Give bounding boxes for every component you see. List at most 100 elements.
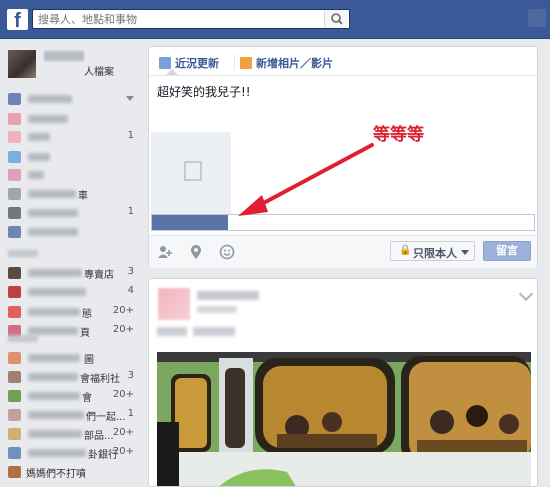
sidebar-item-photos[interactable]	[8, 149, 140, 165]
avatar[interactable]	[158, 288, 190, 320]
sidebar-item-group-8[interactable]: 們一起... 1	[8, 407, 140, 423]
lock-icon: 🔒	[399, 245, 412, 256]
sidebar-item-count: 4	[127, 285, 134, 296]
group-icon	[8, 286, 21, 298]
sidebar-item-group-11[interactable]: 媽媽們不打噴	[8, 464, 140, 480]
upload-progress-fill	[152, 215, 228, 230]
search-button[interactable]	[324, 10, 349, 28]
news-feed-icon	[8, 93, 21, 105]
sidebar-item-group-9[interactable]: 部品... 20+	[8, 426, 140, 442]
profile-thumbnail-button[interactable]	[528, 9, 546, 27]
events-icon	[8, 131, 21, 143]
sidebar-item-label-blurred	[28, 153, 50, 161]
tab-status-label: 近況更新	[175, 57, 219, 70]
sidebar-item-label-blurred	[28, 95, 72, 103]
search-box[interactable]	[32, 9, 350, 29]
group-icon	[8, 447, 21, 459]
sidebar-item-group-2[interactable]: 4	[8, 284, 140, 300]
sidebar-item-label: 頁	[80, 328, 90, 339]
profile-name-blurred	[44, 51, 84, 61]
group-icon	[8, 352, 21, 364]
composer-divider	[149, 75, 537, 76]
sidebar-item-count: 1	[127, 206, 134, 217]
sidebar-item-group-7[interactable]: 會 20+	[8, 388, 140, 404]
sidebar-item-label-blurred	[28, 392, 80, 400]
chevron-down-icon[interactable]	[126, 96, 134, 102]
annotation-text: 等等等	[373, 125, 424, 145]
sidebar-item-5[interactable]: 車	[8, 186, 140, 202]
sidebar-item-count: 20+	[112, 389, 134, 400]
tag-friends-icon[interactable]	[157, 244, 173, 260]
post-author-blurred[interactable]	[197, 291, 259, 300]
sidebar-item-count: 20+	[112, 324, 134, 335]
group-icon	[8, 409, 21, 421]
search-input[interactable]	[38, 11, 318, 27]
app-icon	[8, 207, 21, 219]
sidebar-item-events[interactable]: 1	[8, 129, 140, 145]
top-navigation-bar: f	[0, 0, 550, 39]
privacy-label: 只限本人	[413, 247, 457, 260]
sidebar-item-7[interactable]	[8, 224, 140, 240]
feed-post	[148, 278, 538, 487]
tab-add-photo[interactable]: 新增相片／影片	[240, 55, 333, 71]
sidebar-item-label: 專賣店	[84, 270, 114, 281]
sidebar-item-label-blurred	[28, 190, 76, 198]
train-interior-photo	[157, 352, 531, 486]
chevron-down-icon[interactable]	[518, 286, 534, 302]
sidebar-item-count: 20+	[112, 446, 134, 457]
sidebar-section-header-blurred	[8, 335, 38, 342]
sidebar-item-count: 1	[127, 408, 134, 419]
sidebar-item-messages[interactable]	[8, 111, 140, 127]
privacy-selector-button[interactable]: 🔒 只限本人	[390, 241, 475, 261]
sidebar-item-count: 3	[127, 266, 134, 277]
sidebar-item-news-feed[interactable]	[8, 91, 140, 107]
sidebar-item-label-blurred	[28, 288, 86, 296]
post-text-blurred	[157, 327, 187, 336]
sidebar-item-label-blurred	[28, 373, 78, 381]
sidebar-item-group-1[interactable]: 專賣店 3	[8, 265, 140, 281]
sidebar-item-label-blurred	[28, 133, 50, 141]
upload-progress-bar	[151, 214, 535, 231]
group-icon	[8, 390, 21, 402]
sidebar-item-count: 20+	[112, 305, 134, 316]
search-icon	[331, 13, 343, 25]
group-icon	[8, 466, 21, 478]
sidebar-item-group-3[interactable]: 態 20+	[8, 304, 140, 320]
post-text-blurred	[193, 327, 235, 336]
status-composer: 近況更新 新增相片／影片 超好笑的我兒子!! 🔒 只限本人 留言	[148, 46, 538, 268]
sidebar-item-label-blurred	[28, 209, 78, 217]
sidebar-item-label-blurred	[28, 269, 82, 277]
app-icon	[8, 226, 21, 238]
sidebar-item-label-blurred	[28, 171, 44, 179]
profile-edit-link[interactable]: 人檔案	[84, 63, 114, 78]
group-icon	[8, 428, 21, 440]
sidebar-item-group-5[interactable]: 圖	[8, 350, 140, 366]
sidebar-item-label: 態	[82, 309, 92, 320]
sidebar-item-label-blurred	[28, 228, 78, 236]
post-timestamp-blurred[interactable]	[197, 306, 237, 313]
post-button[interactable]: 留言	[483, 241, 531, 261]
post-photo[interactable]	[157, 352, 531, 486]
app-icon	[8, 169, 21, 181]
group-icon	[8, 267, 21, 279]
sidebar-item-4[interactable]	[8, 167, 140, 183]
sidebar-item-label-blurred	[28, 354, 80, 362]
facebook-logo-icon[interactable]: f	[7, 9, 28, 30]
composer-footer: 🔒 只限本人 留言	[149, 235, 537, 268]
photo-upload-thumbnail[interactable]	[151, 132, 231, 214]
sidebar-item-group-10[interactable]: 卦銀行 20+	[8, 445, 140, 461]
avatar[interactable]	[8, 50, 36, 78]
profile-link[interactable]: 人檔案	[8, 50, 138, 80]
group-icon	[8, 306, 21, 318]
sidebar-item-6[interactable]: 1	[8, 205, 140, 221]
sidebar-item-label: 媽媽們不打噴	[26, 469, 86, 480]
location-pin-icon[interactable]	[188, 244, 204, 260]
sidebar-item-label: 車	[78, 191, 88, 202]
post-text-input[interactable]: 超好笑的我兒子!!	[157, 83, 251, 100]
feeling-smiley-icon[interactable]	[219, 244, 235, 260]
sidebar-item-label-blurred	[28, 327, 78, 335]
sidebar-item-label-blurred	[28, 411, 84, 419]
chevron-down-icon	[461, 250, 469, 255]
left-sidebar: 人檔案 1 車 1 專賣店 3 4 態 20+ 頁 20+ 圖 會福利社 3 會…	[0, 39, 140, 487]
sidebar-item-group-6[interactable]: 會福利社 3	[8, 369, 140, 385]
